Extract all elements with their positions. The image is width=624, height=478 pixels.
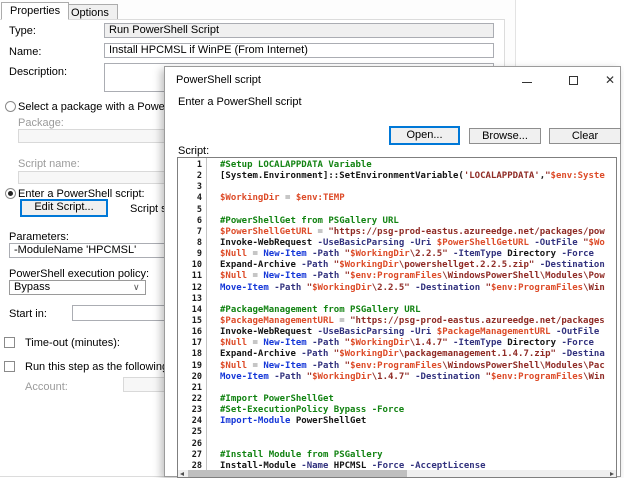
scroll-left-icon xyxy=(180,472,184,476)
edit-script-button[interactable]: Edit Script... xyxy=(20,199,108,217)
line-number: 14 xyxy=(178,305,202,316)
timeout-label: Time-out (minutes): xyxy=(25,337,120,349)
execution-policy-value: Bypass xyxy=(14,281,50,293)
code-line: 10Expand-Archive -Path "$WorkingDir\powe… xyxy=(178,260,616,271)
start-in-label: Start in: xyxy=(9,308,47,320)
code-line: 8Invoke-WebRequest -UseBasicParsing -Uri… xyxy=(178,238,616,249)
line-number: 1 xyxy=(178,160,202,171)
execution-policy-select[interactable]: Bypass ∨ xyxy=(9,280,146,295)
code-line: 5 xyxy=(178,205,616,216)
line-number: 24 xyxy=(178,416,202,427)
package-label: Package: xyxy=(18,117,64,129)
line-number: 25 xyxy=(178,427,202,438)
line-number: 13 xyxy=(178,294,202,305)
line-number: 2 xyxy=(178,171,202,182)
close-button[interactable]: ✕ xyxy=(600,70,620,90)
line-number: 8 xyxy=(178,238,202,249)
type-label: Type: xyxy=(9,25,36,37)
execution-policy-label: PowerShell execution policy: xyxy=(9,268,149,280)
dialog-subtitle: Enter a PowerShell script xyxy=(178,96,302,108)
scroll-right-icon xyxy=(610,472,614,476)
line-number: 21 xyxy=(178,383,202,394)
timeout-checkbox[interactable] xyxy=(4,337,15,348)
line-number: 19 xyxy=(178,361,202,372)
name-label: Name: xyxy=(9,46,41,58)
line-number: 20 xyxy=(178,372,202,383)
code-line: 4$WorkingDir = $env:TEMP xyxy=(178,193,616,204)
script-editor[interactable]: 1#Setup LOCALAPPDATA Variable2[System.En… xyxy=(177,157,617,478)
close-icon: ✕ xyxy=(605,73,615,87)
script-editor-lines: 1#Setup LOCALAPPDATA Variable2[System.En… xyxy=(178,160,616,472)
code-line: 2[System.Environment]::SetEnvironmentVar… xyxy=(178,171,616,182)
code-line: 7$PowerShellGetURL = "https://psg-prod-e… xyxy=(178,227,616,238)
line-number: 17 xyxy=(178,338,202,349)
code-line: 3 xyxy=(178,182,616,193)
script-name-label: Script name: xyxy=(18,158,80,170)
code-line: 9$Null = New-Item -Path "$WorkingDir\2.2… xyxy=(178,249,616,260)
line-number: 12 xyxy=(178,283,202,294)
code-line: 13 xyxy=(178,294,616,305)
tab-options[interactable]: Options xyxy=(62,4,118,20)
dialog-titlebar[interactable]: PowerShell script ✕ xyxy=(165,67,620,93)
radio-enter-script[interactable] xyxy=(5,188,16,199)
code-line: 12Move-Item -Path "$WorkingDir\2.2.5" -D… xyxy=(178,283,616,294)
code-line: 17$Null = New-Item -Path "$WorkingDir\1.… xyxy=(178,338,616,349)
browse-button[interactable]: Browse... xyxy=(469,128,541,144)
line-number: 3 xyxy=(178,182,202,193)
minimize-icon xyxy=(522,82,532,83)
code-line: 22#Import PowerShellGet xyxy=(178,394,616,405)
maximize-button[interactable] xyxy=(563,70,583,90)
code-line: 19$Null = New-Item -Path "$env:ProgramFi… xyxy=(178,361,616,372)
code-line: 15$PackageManagementURL = "https://psg-p… xyxy=(178,316,616,327)
type-field: Run PowerShell Script xyxy=(104,23,494,38)
code-line: 6#PowerShellGet from PSGallery URL xyxy=(178,216,616,227)
open-button[interactable]: Open... xyxy=(389,126,460,145)
code-line: 14#PackageManagement from PSGallery URL xyxy=(178,305,616,316)
line-number: 23 xyxy=(178,405,202,416)
code-line: 16Invoke-WebRequest -UseBasicParsing -Ur… xyxy=(178,327,616,338)
line-number: 9 xyxy=(178,249,202,260)
code-line: 25 xyxy=(178,427,616,438)
chevron-down-icon: ∨ xyxy=(133,284,140,291)
minimize-button[interactable] xyxy=(517,70,537,90)
code-line: 23#Set-ExecutionPolicy Bypass -Force xyxy=(178,405,616,416)
maximize-icon xyxy=(569,76,578,85)
line-number: 26 xyxy=(178,439,202,450)
code-line: 20Move-Item -Path "$WorkingDir\1.4.7" -D… xyxy=(178,372,616,383)
run-as-checkbox[interactable] xyxy=(4,361,15,372)
line-number: 16 xyxy=(178,327,202,338)
account-label: Account: xyxy=(25,381,68,393)
line-number: 27 xyxy=(178,450,202,461)
line-number: 18 xyxy=(178,349,202,360)
powershell-script-dialog: PowerShell script ✕ Enter a PowerShell s… xyxy=(164,66,621,477)
line-number: 22 xyxy=(178,394,202,405)
script-label: Script: xyxy=(178,145,209,157)
line-number: 7 xyxy=(178,227,202,238)
line-number: 10 xyxy=(178,260,202,271)
line-number: 11 xyxy=(178,271,202,282)
code-line: 24Import-Module PowerShellGet xyxy=(178,416,616,427)
code-line: 18Expand-Archive -Path "$WorkingDir\pack… xyxy=(178,349,616,360)
line-number: 6 xyxy=(178,216,202,227)
description-label: Description: xyxy=(9,66,67,78)
line-number: 5 xyxy=(178,205,202,216)
radio-select-package-label: Select a package with a PowerShe xyxy=(18,101,188,113)
code-line: 1#Setup LOCALAPPDATA Variable xyxy=(178,160,616,171)
dialog-title: PowerShell script xyxy=(176,74,261,86)
code-line: 21 xyxy=(178,383,616,394)
parameters-label: Parameters: xyxy=(9,231,69,243)
line-number: 15 xyxy=(178,316,202,327)
code-line: 27#Install Module from PSGallery xyxy=(178,450,616,461)
radio-select-package[interactable] xyxy=(5,101,16,112)
code-line: 11$Null = New-Item -Path "$env:ProgramFi… xyxy=(178,271,616,282)
line-number: 4 xyxy=(178,193,202,204)
name-field[interactable]: Install HPCMSL if WinPE (From Internet) xyxy=(104,43,494,58)
clear-button[interactable]: Clear xyxy=(549,128,621,144)
tab-properties[interactable]: Properties xyxy=(1,2,69,20)
code-line: 26 xyxy=(178,439,616,450)
